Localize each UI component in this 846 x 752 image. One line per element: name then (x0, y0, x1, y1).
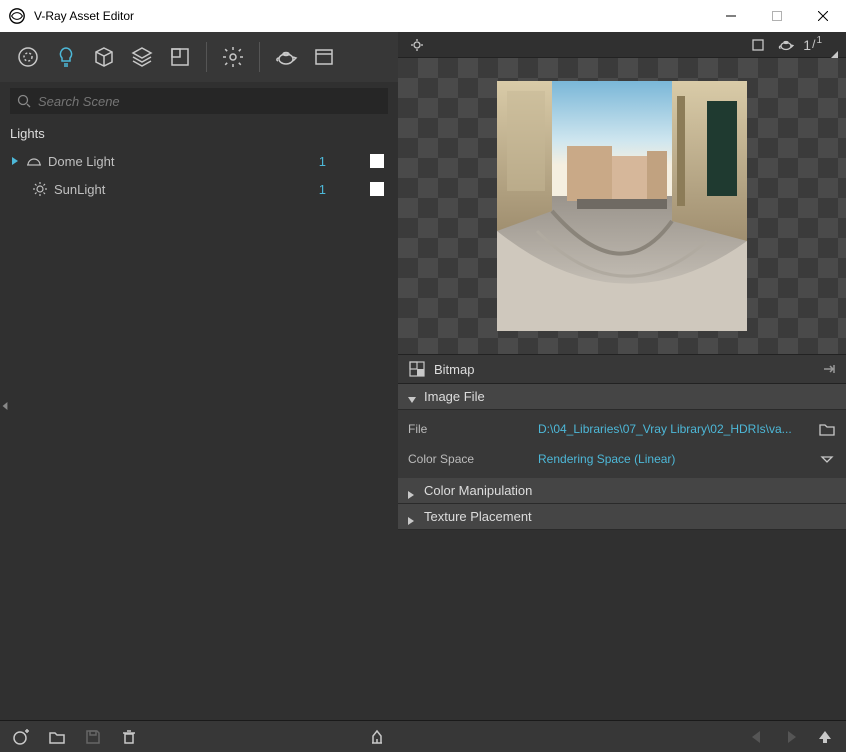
file-label: File (408, 422, 538, 436)
file-row: File D:\04_Libraries\07_Vray Library\02_… (398, 414, 846, 444)
preview-counter: 1 / 1 (803, 37, 822, 53)
file-path-value[interactable]: D:\04_Libraries\07_Vray Library\02_HDRIs… (538, 422, 812, 436)
window-title: V-Ray Asset Editor (34, 9, 708, 23)
nav-up-button[interactable]: de (810, 725, 840, 749)
color-swatch[interactable] (370, 154, 384, 168)
nav-forward-button[interactable] (776, 725, 806, 749)
color-space-row: Color Space Rendering Space (Linear) (398, 444, 846, 474)
triangle-down-icon (408, 393, 416, 401)
light-name: Dome Light (48, 154, 296, 169)
window-minimize-button[interactable] (708, 0, 754, 32)
texture-preview[interactable] (398, 58, 846, 354)
bitmap-icon (408, 360, 426, 378)
color-space-label: Color Space (408, 452, 538, 466)
counter-denominator: 1 (816, 35, 822, 46)
vray-app-icon (8, 7, 26, 25)
geometry-category-button[interactable] (86, 39, 122, 75)
purge-button[interactable] (362, 725, 392, 749)
section-label: Image File (424, 389, 485, 404)
section-label: Color Manipulation (424, 483, 532, 498)
settings-button[interactable] (215, 39, 251, 75)
chevron-down-icon[interactable] (830, 46, 838, 54)
expand-icon[interactable] (10, 157, 20, 165)
color-swatch[interactable] (370, 182, 384, 196)
triangle-right-icon (408, 487, 416, 495)
section-label: Texture Placement (424, 509, 532, 524)
window-titlebar: V-Ray Asset Editor (0, 0, 846, 32)
dome-light-icon (24, 153, 44, 169)
layers-button[interactable] (124, 39, 160, 75)
stop-square-icon[interactable] (747, 34, 769, 56)
color-manipulation-section-header[interactable]: Color Manipulation (398, 478, 846, 504)
add-asset-button[interactable] (6, 725, 36, 749)
lights-list: Dome Light 1 SunLight 1 (0, 145, 398, 720)
bitmap-header: Bitmap (398, 354, 846, 384)
list-item[interactable]: SunLight 1 (0, 175, 398, 203)
texture-placement-section-header[interactable]: Texture Placement (398, 504, 846, 530)
color-space-value[interactable]: Rendering Space (Linear) (538, 452, 812, 466)
triangle-right-icon (408, 513, 416, 521)
left-toolbar (0, 32, 398, 82)
save-button[interactable] (78, 725, 108, 749)
window-maximize-button[interactable] (754, 0, 800, 32)
delete-button[interactable] (114, 725, 144, 749)
list-item[interactable]: Dome Light 1 (0, 147, 398, 175)
materials-category-button[interactable] (10, 39, 46, 75)
light-count: 1 (296, 154, 326, 169)
pan-target-icon[interactable] (406, 34, 428, 56)
open-file-icon[interactable] (818, 420, 836, 438)
lights-section-header: Lights (0, 120, 398, 145)
search-icon (17, 94, 31, 108)
render-teapot-button[interactable] (268, 39, 304, 75)
preview-toolbar: 1 / 1 (398, 32, 846, 58)
textures-button[interactable] (162, 39, 198, 75)
frame-buffer-button[interactable] (306, 39, 342, 75)
open-folder-button[interactable] (42, 725, 72, 749)
light-name: SunLight (54, 182, 296, 197)
window-close-button[interactable] (800, 0, 846, 32)
right-panel: 1 / 1 (398, 32, 846, 752)
left-panel: Lights Dome Light 1 SunLight 1 (0, 32, 398, 752)
nav-back-button[interactable] (742, 725, 772, 749)
render-teapot-small-icon[interactable] (775, 34, 797, 56)
search-input[interactable] (10, 88, 388, 114)
lights-category-button[interactable] (48, 39, 84, 75)
bitmap-label: Bitmap (434, 362, 822, 377)
sun-light-icon (30, 181, 50, 197)
go-forward-icon[interactable] (822, 362, 836, 376)
left-bottom-toolbar (0, 720, 398, 752)
hdri-preview-image (497, 81, 747, 331)
light-count: 1 (296, 182, 326, 197)
chevron-down-icon[interactable] (818, 450, 836, 468)
counter-numerator: 1 (803, 37, 811, 53)
search-scene-wrap (10, 88, 388, 114)
right-bottom-toolbar: de (398, 720, 846, 752)
collapse-left-icon[interactable] (0, 392, 10, 420)
image-file-section-body: File D:\04_Libraries\07_Vray Library\02_… (398, 410, 846, 478)
image-file-section-header[interactable]: Image File (398, 384, 846, 410)
